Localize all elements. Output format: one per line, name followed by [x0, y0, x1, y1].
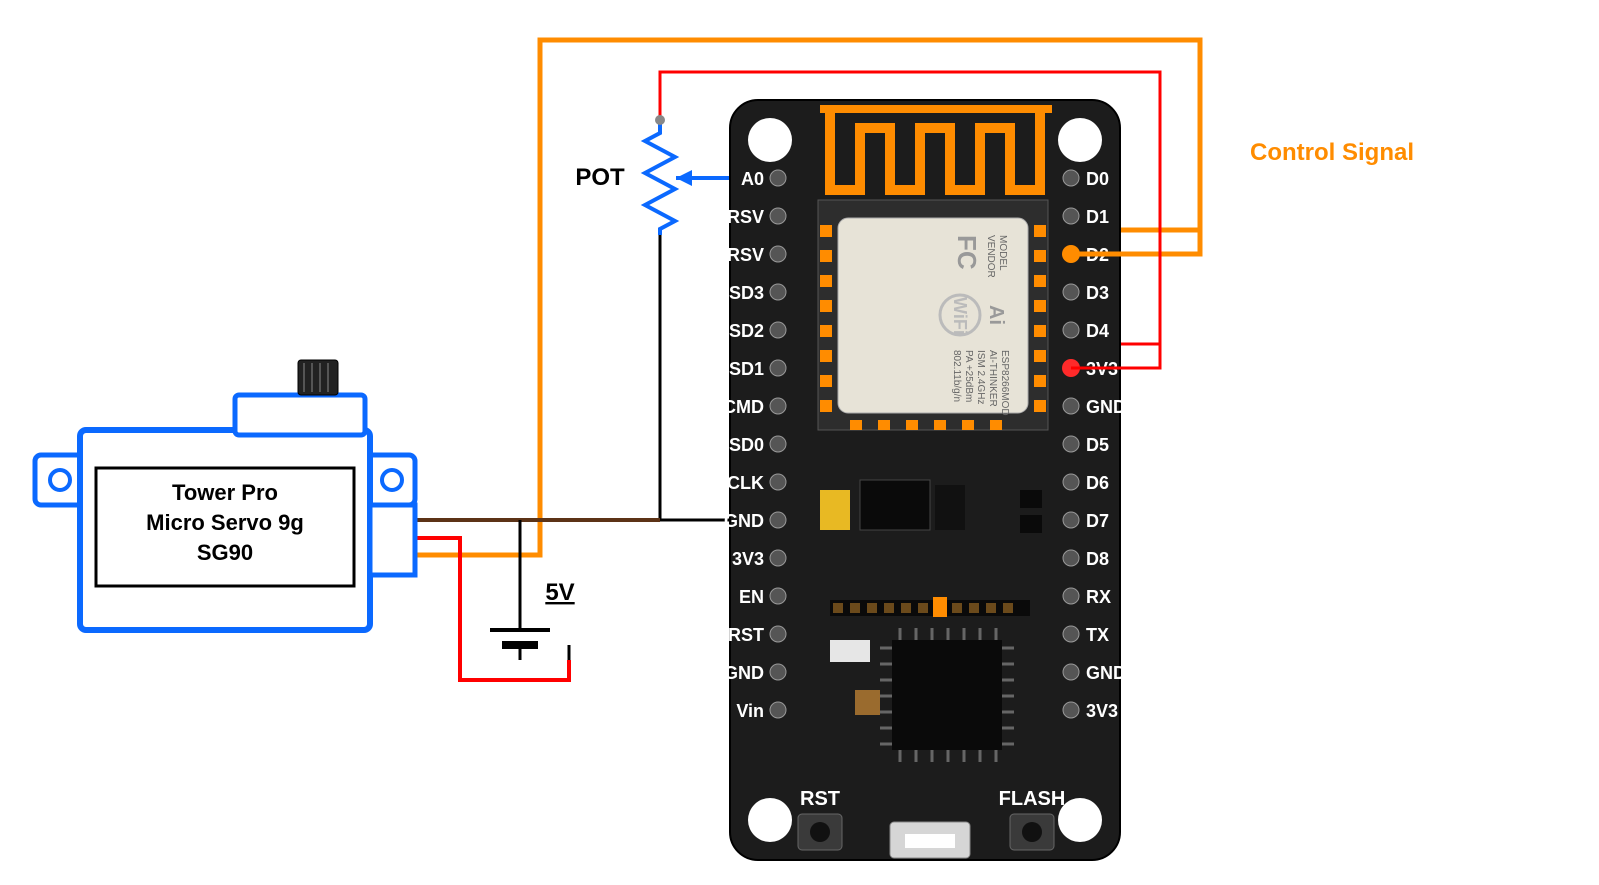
svg-text:D6: D6	[1086, 473, 1109, 493]
svg-text:RSV: RSV	[727, 207, 764, 227]
svg-text:CMD: CMD	[723, 397, 764, 417]
svg-text:WiFi: WiFi	[950, 297, 970, 335]
svg-text:FC: FC	[952, 235, 982, 270]
svg-text:GND: GND	[724, 663, 764, 683]
svg-text:Vin: Vin	[736, 701, 764, 721]
svg-text:SD2: SD2	[729, 321, 764, 341]
svg-text:802.11b/g/n: 802.11b/g/n	[951, 350, 962, 402]
arrow-pot	[676, 170, 692, 186]
svg-text:SD1: SD1	[729, 359, 764, 379]
svg-text:D8: D8	[1086, 549, 1109, 569]
svg-text:FLASH: FLASH	[999, 788, 1066, 810]
svg-text:D7: D7	[1086, 511, 1109, 531]
rst-button: RST	[798, 788, 842, 850]
left-pins: A0 RSV RSV SD3 SD2 SD1 CMD SD0 CLK GND 3…	[723, 169, 786, 721]
svg-text:ISM 2.4GHz: ISM 2.4GHz	[975, 350, 986, 404]
svg-text:D3: D3	[1086, 283, 1109, 303]
svg-text:D1: D1	[1086, 207, 1109, 227]
svg-text:D0: D0	[1086, 169, 1109, 189]
wiring-diagram: POT 5V Tower Pro Micro Servo 9g SG	[0, 0, 1599, 885]
servo-line1: Tower Pro	[172, 480, 278, 505]
svg-text:PA +25dBm: PA +25dBm	[963, 350, 974, 402]
servo-motor: Tower Pro Micro Servo 9g SG90	[35, 360, 415, 630]
svg-text:MODEL: MODEL	[997, 235, 1008, 271]
five-v-label: 5V	[545, 579, 574, 606]
svg-text:EN: EN	[739, 587, 764, 607]
svg-text:VENDOR: VENDOR	[985, 235, 996, 278]
svg-text:RST: RST	[728, 625, 764, 645]
svg-text:GND: GND	[1086, 397, 1126, 417]
control-signal-label: Control Signal	[1250, 139, 1414, 166]
svg-text:TX: TX	[1086, 625, 1109, 645]
svg-text:A0: A0	[741, 169, 764, 189]
svg-text:D4: D4	[1086, 321, 1109, 341]
pot-label: POT	[575, 164, 625, 191]
five-volt-source: 5V	[490, 579, 575, 660]
svg-text:AI-THINKER: AI-THINKER	[987, 350, 998, 407]
svg-text:GND: GND	[1086, 663, 1126, 683]
servo-line2: Micro Servo 9g	[146, 510, 304, 535]
svg-text:GND: GND	[724, 511, 764, 531]
svg-text:ESP8266MOD: ESP8266MOD	[999, 350, 1010, 416]
svg-text:RST: RST	[800, 788, 840, 810]
svg-text:RX: RX	[1086, 587, 1111, 607]
svg-text:SD0: SD0	[729, 435, 764, 455]
svg-text:Ai: Ai	[985, 305, 1007, 325]
potentiometer: POT	[575, 115, 675, 235]
svg-text:3V3: 3V3	[1086, 701, 1118, 721]
svg-text:SD3: SD3	[729, 283, 764, 303]
svg-text:D5: D5	[1086, 435, 1109, 455]
svg-text:CLK: CLK	[727, 473, 764, 493]
servo-line3: SG90	[197, 540, 253, 565]
svg-text:3V3: 3V3	[732, 549, 764, 569]
svg-text:RSV: RSV	[727, 245, 764, 265]
nodemcu-board: MODEL VENDOR FC Ai WiFi ESP8266MOD AI-TH…	[723, 100, 1126, 860]
